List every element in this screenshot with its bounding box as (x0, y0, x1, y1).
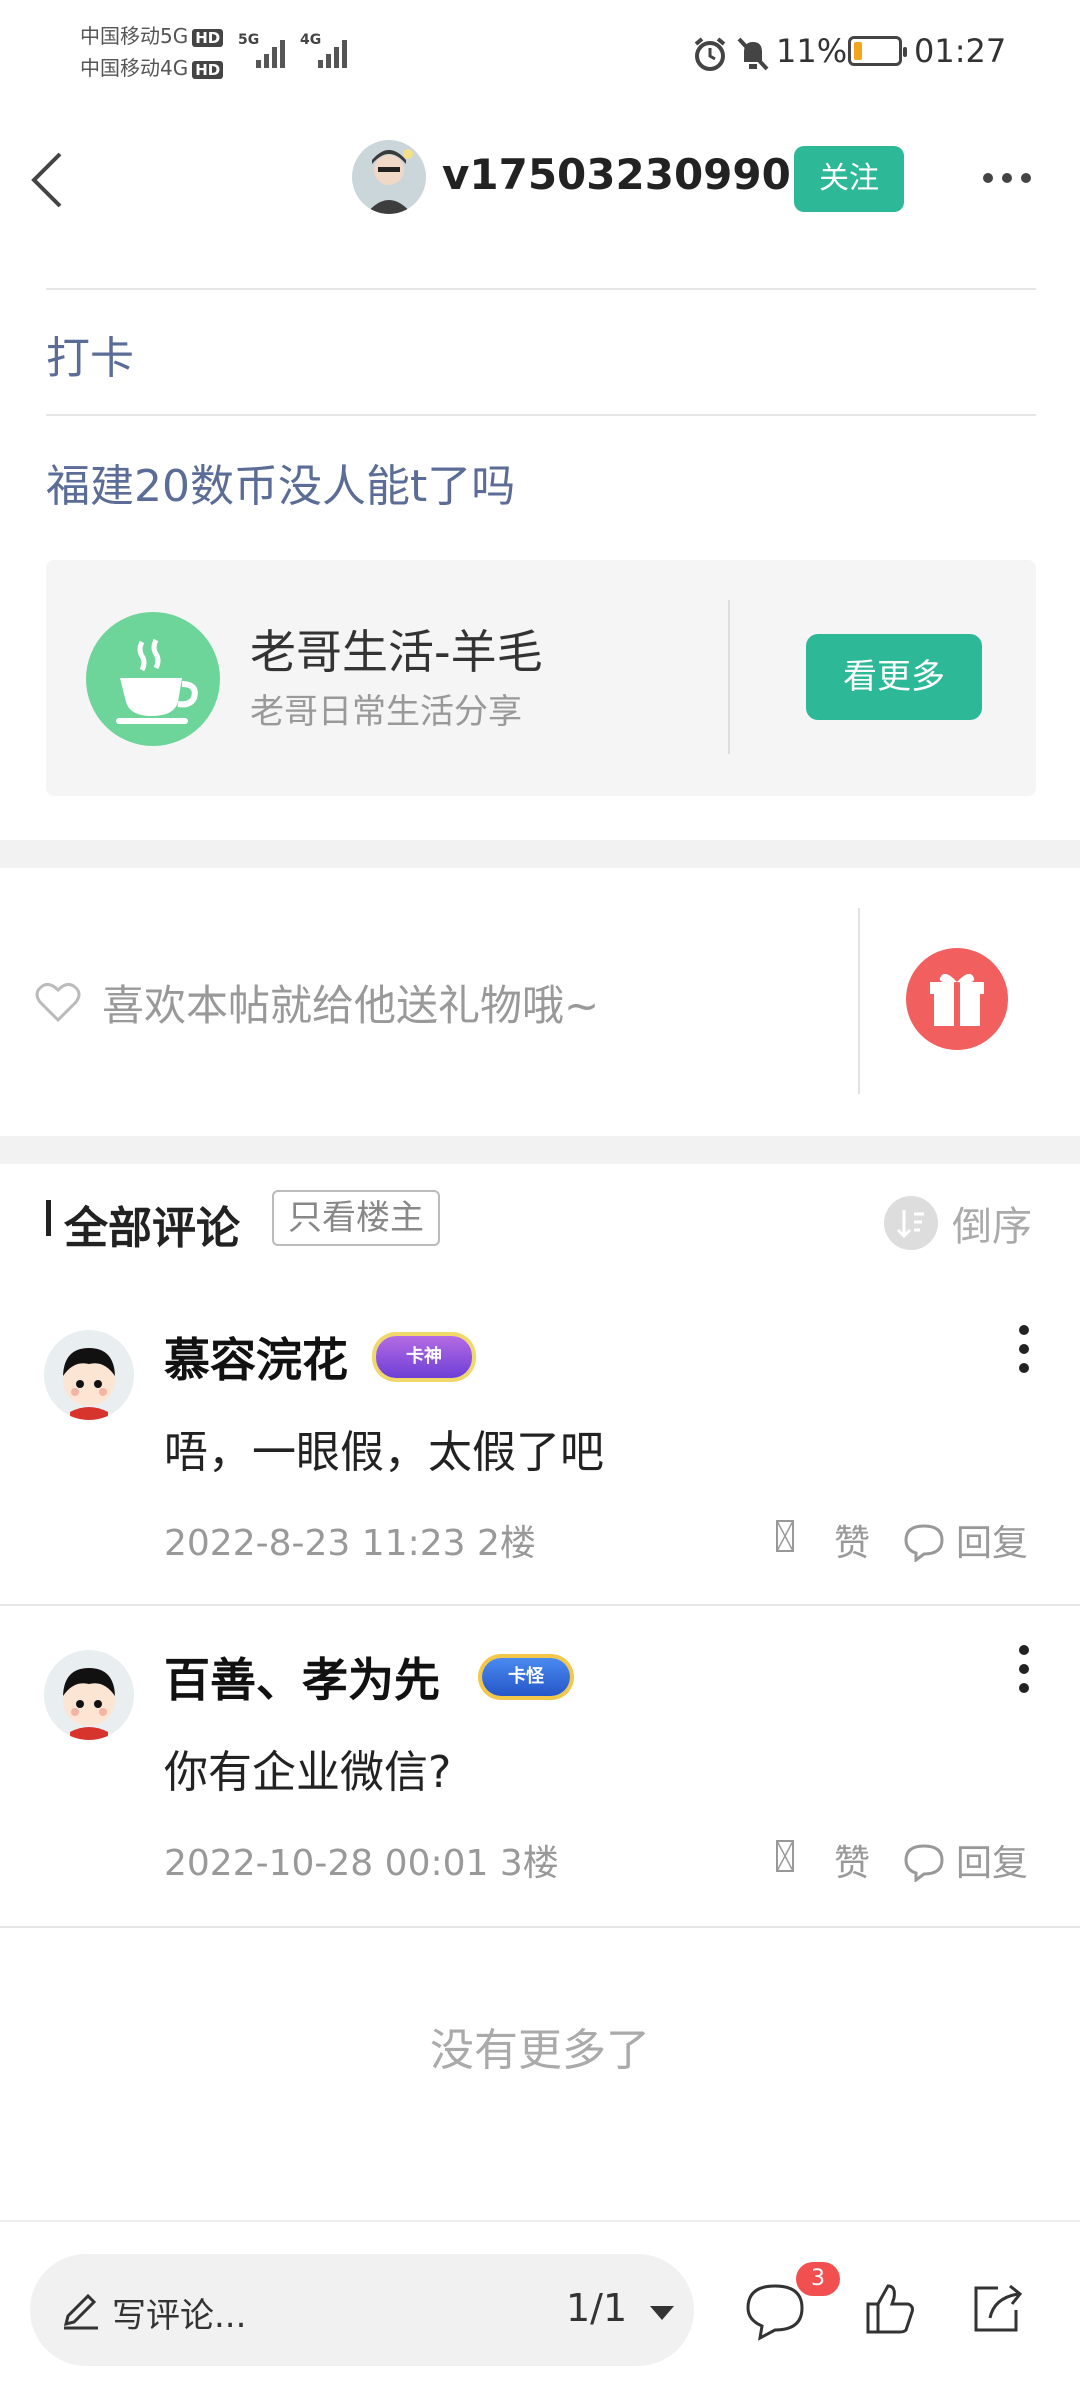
divider (0, 1604, 1080, 1606)
comments-title: 全部评论 (64, 1203, 240, 1254)
commenter-avatar[interactable] (44, 1330, 134, 1420)
commenter-name[interactable]: 慕容浣花 (164, 1324, 348, 1390)
comment-more-icon[interactable] (1016, 1642, 1032, 1696)
section-gap (0, 840, 1080, 868)
sort-icon[interactable] (884, 1196, 938, 1250)
battery-icon (848, 36, 907, 66)
circle-name: 老哥生活-羊毛 (250, 625, 543, 679)
hd-badge-1: HD (192, 28, 224, 47)
title-accent-bar (46, 1200, 51, 1236)
comment-text: 你有企业微信? (164, 1747, 452, 1798)
comment-meta: 2022-8-23 11:23 2楼 (164, 1523, 536, 1564)
reply-icon[interactable] (902, 1842, 946, 1882)
reply-label[interactable]: 回复 (956, 1514, 1028, 1566)
section-gap (0, 1136, 1080, 1164)
comment-text: 唔，一眼假，太假了吧 (164, 1427, 604, 1478)
circle-description: 老哥日常生活分享 (250, 692, 522, 732)
reply-label[interactable]: 回复 (956, 1834, 1028, 1886)
pencil-icon (63, 2293, 98, 2330)
see-more-button[interactable]: 看更多 (806, 634, 982, 720)
back-arrow-icon[interactable] (28, 150, 68, 210)
like-label[interactable]: 赞 (834, 1514, 870, 1566)
bottom-bar: 写评论... 1/1 3 (0, 2220, 1080, 2402)
carrier-2: 中国移动4G HD (80, 52, 224, 84)
reply-icon[interactable] (902, 1522, 946, 1562)
commenter-avatar[interactable] (44, 1650, 134, 1740)
badge-label: 卡怪 (508, 1666, 544, 1687)
top-nav: v17503230990 关注 (0, 120, 1080, 240)
gift-row: 喜欢本帖就给他送礼物哦~ (0, 868, 1080, 1136)
gift-divider (858, 908, 860, 1094)
like-icon[interactable] (774, 1518, 796, 1554)
like-icon[interactable] (774, 1838, 796, 1874)
comment-item: 百善、孝为先 卡怪 你有企业微信? 2022-10-28 00:01 3楼 赞 … (0, 1620, 1080, 1924)
circle-card[interactable]: 老哥生活-羊毛 老哥日常生活分享 看更多 (46, 560, 1036, 796)
gift-button[interactable] (906, 948, 1008, 1050)
comment-placeholder: 写评论... (112, 2296, 247, 2336)
heart-icon (35, 983, 81, 1023)
like-label[interactable]: 赞 (834, 1834, 870, 1886)
more-options-icon[interactable] (980, 170, 1034, 186)
carrier-2-label: 中国移动4G (80, 56, 189, 80)
gift-prompt: 喜欢本帖就给他送礼物哦~ (102, 981, 600, 1030)
coffee-icon (86, 612, 220, 746)
carrier-1-label: 中国移动5G (80, 24, 189, 48)
comment-count-badge: 3 (796, 2262, 840, 2296)
no-more-text: 没有更多了 (430, 2025, 650, 2076)
author-avatar[interactable] (352, 140, 426, 214)
author-name[interactable]: v17503230990 (442, 150, 791, 199)
divider (46, 414, 1036, 416)
page-indicator[interactable]: 1/1 (566, 2286, 627, 2330)
comment-icon[interactable] (744, 2282, 806, 2342)
caret-down-icon[interactable] (648, 2304, 676, 2322)
carrier-1: 中国移动5G HD (80, 20, 224, 52)
user-badge: 卡怪 (482, 1658, 570, 1696)
follow-button[interactable]: 关注 (794, 146, 904, 212)
clock: 01:27 (914, 32, 1007, 70)
gift-icon (930, 973, 984, 1026)
status-bar: 中国移动5G HD 中国移动4G HD 5G 4G 11% 01:27 (0, 0, 1080, 100)
commenter-name[interactable]: 百善、孝为先 (164, 1644, 440, 1710)
alarm-icon (694, 37, 726, 71)
share-icon[interactable] (968, 2278, 1026, 2338)
divider (46, 288, 1036, 290)
user-badge: 卡神 (376, 1336, 472, 1378)
post-tag[interactable]: 打卡 (46, 322, 134, 386)
badge-label: 卡神 (406, 1346, 442, 1367)
card-divider (728, 600, 730, 754)
hd-badge-2: HD (192, 60, 224, 79)
comment-more-icon[interactable] (1016, 1322, 1032, 1376)
battery-percent: 11% (776, 32, 848, 70)
sort-label[interactable]: 倒序 (952, 1194, 1032, 1252)
mute-icon (737, 37, 769, 71)
comment-meta: 2022-10-28 00:01 3楼 (164, 1843, 559, 1884)
thumbs-up-icon[interactable] (862, 2280, 918, 2340)
author-only-filter[interactable]: 只看楼主 (272, 1190, 440, 1246)
comment-input[interactable]: 写评论... 1/1 (30, 2254, 694, 2366)
post-title[interactable]: 福建20数币没人能t了吗 (46, 450, 515, 514)
comment-item: 慕容浣花 卡神 唔，一眼假，太假了吧 2022-8-23 11:23 2楼 赞 … (0, 1300, 1080, 1604)
divider (0, 1926, 1080, 1928)
